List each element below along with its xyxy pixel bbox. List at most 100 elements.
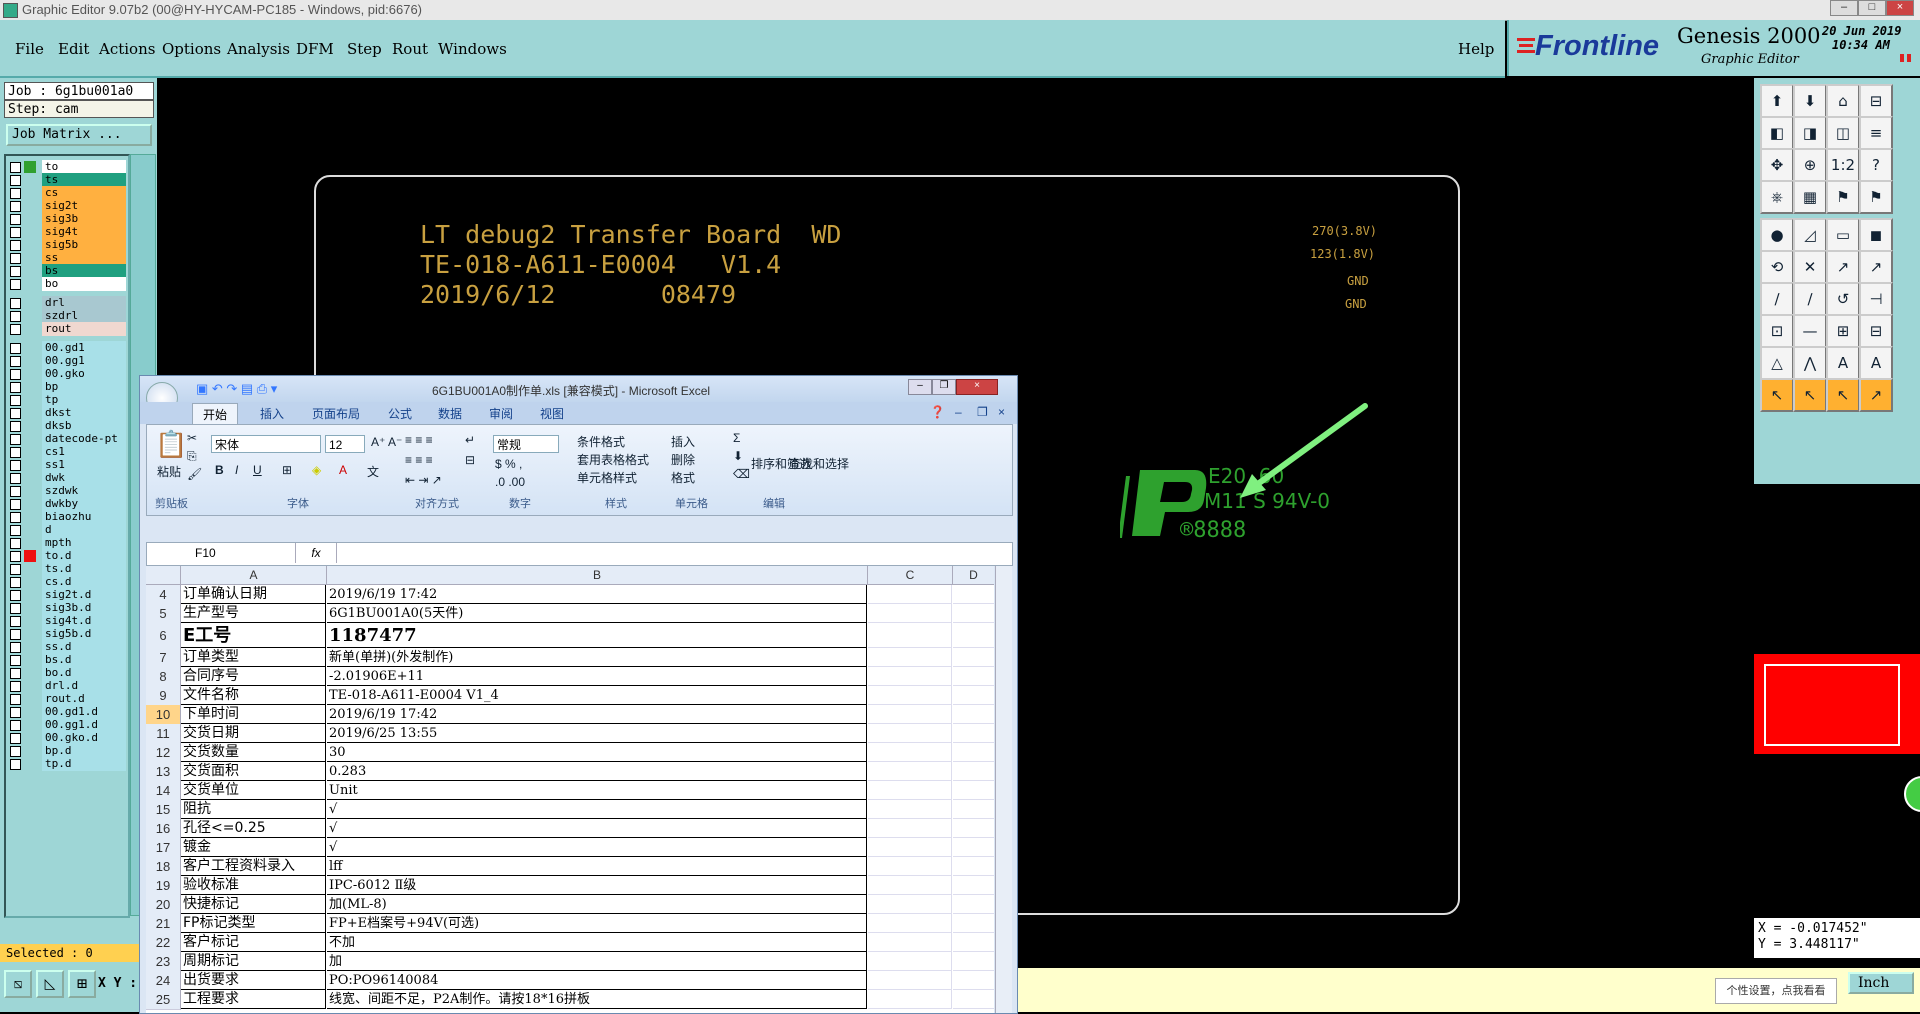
format-cells-button[interactable]: 格式	[671, 469, 695, 486]
layer-checkbox[interactable]	[10, 188, 21, 199]
row-number[interactable]: 18	[146, 857, 181, 877]
row-number[interactable]: 23	[146, 952, 181, 972]
cell-label[interactable]: 客户标记	[181, 933, 326, 952]
row-number[interactable]: 24	[146, 971, 181, 991]
layer-row[interactable]: bs.d	[6, 653, 126, 667]
layer-row[interactable]: sig2t	[6, 199, 126, 213]
cell-empty[interactable]	[953, 623, 994, 648]
select-tool-3-icon[interactable]: ↖	[1826, 378, 1860, 412]
merge-cells-icon[interactable]: ⊟	[465, 453, 475, 467]
layer-checkbox[interactable]	[10, 590, 21, 601]
layer-row[interactable]: bo.d	[6, 666, 126, 680]
layer-row[interactable]: dkst	[6, 406, 126, 420]
cell-empty[interactable]	[868, 743, 952, 762]
wrap-text-icon[interactable]: ↵	[465, 433, 475, 447]
clear-icon[interactable]: ⌫	[733, 467, 750, 481]
layer-name[interactable]: sig2t.d	[42, 588, 126, 602]
ribbon-restore-icon[interactable]: ❐	[977, 405, 988, 419]
layer-name[interactable]: sig5b	[42, 238, 126, 252]
ribbon-close-icon[interactable]: ×	[998, 405, 1005, 419]
layer-name[interactable]: 00.gko.d	[42, 731, 126, 745]
cell-value[interactable]: 1187477	[327, 623, 867, 648]
layer-name[interactable]: sig5b.d	[42, 627, 126, 641]
layer-checkbox[interactable]	[10, 668, 21, 679]
row-number[interactable]: 5	[146, 604, 181, 624]
layer-row[interactable]: dwkby	[6, 497, 126, 511]
layer-row[interactable]: to.d	[6, 549, 126, 563]
layer-row[interactable]: 00.gko	[6, 367, 126, 381]
row-number[interactable]: 10	[146, 705, 181, 725]
text-tool-2-icon[interactable]: ⋀	[1793, 346, 1827, 380]
cell-empty[interactable]	[953, 585, 994, 604]
layer-row[interactable]: rout.d	[6, 692, 126, 706]
layer-name[interactable]: sig2t	[42, 199, 126, 213]
number-format-select[interactable]: 常规	[493, 435, 559, 453]
layer-name[interactable]: cs.d	[42, 575, 126, 589]
maximize-icon[interactable]: □	[1858, 0, 1886, 16]
layer-checkbox[interactable]	[10, 655, 21, 666]
delete-cells-button[interactable]: 删除	[671, 451, 695, 468]
decimal-icon[interactable]: .0 .00	[495, 475, 525, 489]
layer-checkbox[interactable]	[10, 525, 21, 536]
layer-row[interactable]: sig5b.d	[6, 627, 126, 641]
layer-name[interactable]: bs.d	[42, 653, 126, 667]
layer-checkbox[interactable]	[10, 201, 21, 212]
help-circle-icon[interactable]: ❓	[930, 405, 945, 419]
cell-label[interactable]: E工号	[181, 623, 326, 648]
layer-name[interactable]: bo	[42, 277, 126, 291]
cell-value[interactable]: TE-018-A611-E0004 V1_4	[327, 686, 867, 705]
italic-icon[interactable]: I	[235, 463, 238, 477]
layer-row[interactable]: mpth	[6, 536, 126, 550]
layer-checkbox[interactable]	[10, 473, 21, 484]
layer-row[interactable]: cs.d	[6, 575, 126, 589]
cell-value[interactable]: 不加	[327, 933, 867, 952]
layer-row[interactable]: dwk	[6, 471, 126, 485]
layer-checkbox[interactable]	[10, 629, 21, 640]
layer-row[interactable]: drl	[6, 296, 126, 310]
cell-value[interactable]: √	[327, 819, 867, 838]
layer-checkbox[interactable]	[10, 564, 21, 575]
layer-name[interactable]: 00.gg1	[42, 354, 126, 368]
layer-name[interactable]: sig4t.d	[42, 614, 126, 628]
row-number[interactable]: 12	[146, 743, 181, 763]
layer-checkbox[interactable]	[10, 681, 21, 692]
layer-checkbox[interactable]	[10, 279, 21, 290]
cell-value[interactable]: 加	[327, 952, 867, 971]
autosum-icon[interactable]: Σ	[733, 431, 740, 445]
cell-label[interactable]: FP标记类型	[181, 914, 326, 933]
layer-checkbox[interactable]	[10, 253, 21, 264]
layer-row[interactable]: szdwk	[6, 484, 126, 498]
layer-tool-4-icon[interactable]: ⚑	[1859, 180, 1893, 214]
fx-icon[interactable]: fx	[295, 543, 337, 563]
layer-tool-3-icon[interactable]: ⚑	[1826, 180, 1860, 214]
layer-name[interactable]: dwkby	[42, 497, 126, 511]
layer-row[interactable]: sig3b	[6, 212, 126, 226]
layer-checkbox[interactable]	[10, 707, 21, 718]
layer-row[interactable]: sig3b.d	[6, 601, 126, 615]
layer-checkbox[interactable]	[10, 499, 21, 510]
layer-name[interactable]: biaozhu	[42, 510, 126, 524]
zoom-tool-1-icon[interactable]: ✥	[1760, 148, 1794, 182]
nav-tool-3-icon[interactable]: ⌂	[1826, 84, 1860, 118]
worksheet-vertical-scrollbar[interactable]	[995, 566, 1012, 1013]
cell-value[interactable]: 新单(单拼)(外发制作)	[327, 648, 867, 667]
cell-empty[interactable]	[868, 762, 952, 781]
layer-checkbox[interactable]	[10, 240, 21, 251]
cell-empty[interactable]	[868, 971, 952, 990]
cell-empty[interactable]	[953, 876, 994, 895]
snap-icon[interactable]: ⧅	[4, 970, 32, 998]
cell-empty[interactable]	[953, 914, 994, 933]
menu-help[interactable]: Help	[1458, 40, 1494, 58]
layer-name[interactable]: tp.d	[42, 757, 126, 771]
tab-data[interactable]: 数据	[438, 405, 462, 422]
layer-name[interactable]: dkst	[42, 406, 126, 420]
text-tool-1-icon[interactable]: △	[1760, 346, 1794, 380]
cell-value[interactable]: Unit	[327, 781, 867, 800]
font-name-select[interactable]: 宋体	[211, 435, 321, 453]
cell-empty[interactable]	[953, 724, 994, 743]
layer-checkbox[interactable]	[10, 298, 21, 309]
connect-tool-2-icon[interactable]: ✕	[1793, 250, 1827, 284]
layer-name[interactable]: tp	[42, 393, 126, 407]
layer-row[interactable]: bp.d	[6, 744, 126, 758]
view-tool-1-icon[interactable]: ◧	[1760, 116, 1794, 150]
